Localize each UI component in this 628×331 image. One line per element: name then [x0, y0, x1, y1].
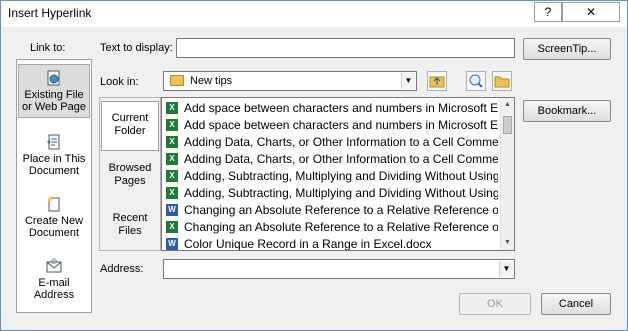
- email-icon: @: [46, 258, 62, 274]
- cancel-button[interactable]: Cancel: [541, 293, 611, 315]
- excel-file-icon: X: [166, 187, 178, 199]
- file-list-scrollbar[interactable]: ▲ ▼: [500, 98, 514, 250]
- address-input[interactable]: ▼: [163, 259, 515, 279]
- current-folder-label-2: Folder: [114, 125, 146, 137]
- nav-current-folder[interactable]: Current Folder: [101, 101, 159, 151]
- text-to-display-label: Text to display:: [100, 42, 173, 54]
- place-in-document-label-2: Document: [28, 165, 80, 177]
- place-in-document-label-1: Place in This: [22, 153, 86, 165]
- chevron-down-icon[interactable]: ▼: [401, 73, 415, 89]
- look-in-label: Look in:: [100, 76, 139, 88]
- file-name: Adding Data, Charts, or Other Informatio…: [184, 135, 498, 149]
- recent-files-label-2: Files: [118, 225, 142, 237]
- link-to-label: Link to:: [30, 42, 66, 54]
- list-item[interactable]: X Adding Data, Charts, or Other Informat…: [164, 134, 498, 150]
- email-address-label-1: E-mail: [38, 277, 70, 289]
- screentip-button[interactable]: ScreenTip...: [523, 38, 611, 60]
- create-new-document-label-1: Create New: [24, 215, 84, 227]
- scroll-thumb[interactable]: [503, 116, 512, 134]
- file-name: Color Unique Record in a Range in Excel.…: [184, 237, 432, 251]
- scroll-down-icon[interactable]: ▼: [501, 236, 514, 250]
- list-item[interactable]: X Add space between characters and numbe…: [164, 100, 498, 116]
- list-item[interactable]: X Adding, Subtracting, Multiplying and D…: [164, 185, 498, 201]
- file-list[interactable]: X Add space between characters and numbe…: [161, 97, 515, 251]
- browsed-pages-label-1: Browsed: [108, 162, 152, 174]
- browse-web-icon[interactable]: [466, 71, 486, 91]
- excel-file-icon: X: [166, 153, 178, 165]
- link-to-existing-file[interactable]: Existing File or Web Page: [18, 64, 90, 118]
- nav-browsed-pages[interactable]: Browsed Pages: [101, 162, 159, 198]
- word-file-icon: W: [166, 238, 178, 250]
- new-document-icon: [46, 196, 62, 212]
- ok-button[interactable]: OK: [459, 293, 531, 315]
- svg-text:@: @: [51, 259, 57, 265]
- email-address-label-2: Address: [33, 289, 75, 301]
- list-item[interactable]: X Changing an Absolute Reference to a Re…: [164, 219, 498, 235]
- link-to-create-new-document[interactable]: Create New Document: [18, 196, 90, 244]
- list-item[interactable]: X Adding, Subtracting, Multiplying and D…: [164, 168, 498, 184]
- link-to-place-in-document[interactable]: Place in This Document: [18, 134, 90, 182]
- file-name: Adding Data, Charts, or Other Informatio…: [184, 152, 498, 166]
- file-name: Adding, Subtracting, Multiplying and Div…: [184, 186, 498, 200]
- existing-file-label-1: Existing File: [24, 89, 84, 101]
- link-to-email-address[interactable]: @ E-mail Address: [18, 258, 90, 306]
- excel-file-icon: X: [166, 170, 178, 182]
- file-name: Add space between characters and numbers…: [184, 101, 498, 115]
- link-to-sidebar: Existing File or Web Page Place in This …: [16, 59, 92, 313]
- dialog-title: Insert Hyperlink: [8, 6, 92, 20]
- file-name: Add space between characters and numbers…: [184, 118, 498, 132]
- list-item[interactable]: W Color Unique Record in a Range in Exce…: [164, 236, 498, 251]
- word-file-icon: W: [166, 204, 178, 216]
- nav-recent-files[interactable]: Recent Files: [101, 212, 159, 248]
- document-place-icon: [46, 134, 62, 150]
- text-to-display-input[interactable]: [176, 38, 515, 58]
- excel-file-icon: X: [166, 221, 178, 233]
- list-item[interactable]: X Add space between characters and numbe…: [164, 117, 498, 133]
- bookmark-button[interactable]: Bookmark...: [523, 100, 611, 122]
- file-name: Adding, Subtracting, Multiplying and Div…: [184, 169, 498, 183]
- globe-file-icon: [46, 70, 62, 86]
- look-in-value: New tips: [190, 75, 233, 87]
- current-folder-label-1: Current: [111, 112, 149, 124]
- look-in-nav: Current Folder Browsed Pages Recent File…: [99, 97, 161, 251]
- list-item[interactable]: X Adding Data, Charts, or Other Informat…: [164, 151, 498, 167]
- existing-file-label-2: or Web Page: [21, 101, 86, 113]
- address-label: Address:: [100, 263, 144, 275]
- browsed-pages-label-2: Pages: [114, 175, 146, 187]
- excel-file-icon: X: [166, 119, 178, 131]
- title-bar: Insert Hyperlink ? ✕: [1, 1, 627, 27]
- file-name: Changing an Absolute Reference to a Rela…: [184, 220, 498, 234]
- close-button[interactable]: ✕: [562, 2, 620, 22]
- browse-file-icon[interactable]: [492, 71, 512, 91]
- list-item[interactable]: W Changing an Absolute Reference to a Re…: [164, 202, 498, 218]
- recent-files-label-1: Recent: [112, 212, 148, 224]
- chevron-down-icon[interactable]: ▼: [499, 261, 513, 277]
- create-new-document-label-2: Document: [28, 227, 80, 239]
- help-button[interactable]: ?: [534, 2, 562, 22]
- up-one-folder-icon[interactable]: [427, 71, 447, 91]
- insert-hyperlink-dialog: Insert Hyperlink ? ✕ Link to: Existing F…: [0, 0, 628, 331]
- look-in-combo[interactable]: New tips ▼: [163, 71, 417, 91]
- file-name: Changing an Absolute Reference to a Rela…: [184, 203, 498, 217]
- folder-icon: [170, 75, 184, 86]
- scroll-up-icon[interactable]: ▲: [501, 98, 514, 112]
- excel-file-icon: X: [166, 136, 178, 148]
- excel-file-icon: X: [166, 102, 178, 114]
